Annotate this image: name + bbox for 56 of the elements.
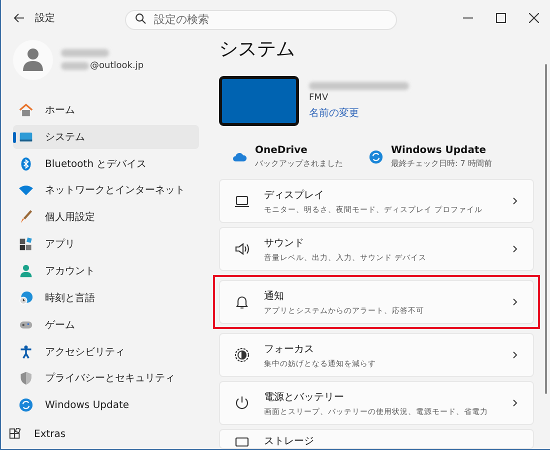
accessibility-icon <box>19 344 33 359</box>
sidebar-item[interactable]: プライバシーとセキュリティ <box>13 366 199 390</box>
device-model: FMV <box>309 93 330 103</box>
page-title: システム <box>219 37 296 62</box>
close-icon <box>528 13 538 23</box>
sidebar-item[interactable]: 個人用設定 <box>13 205 199 230</box>
sidebar-item[interactable]: Extras <box>3 422 189 446</box>
bluetooth-icon <box>19 156 33 171</box>
sidebar-item[interactable]: Windows Update <box>13 393 199 418</box>
sidebar-item[interactable]: ゲーム <box>13 312 199 337</box>
apps-icon <box>19 237 33 252</box>
card-title: ストレージ <box>264 435 315 448</box>
sidebar-item[interactable]: アプリ <box>13 232 199 256</box>
back-icon[interactable] <box>13 12 25 24</box>
laptop-icon <box>234 193 250 209</box>
card-title: サウンド <box>264 236 305 250</box>
avatar <box>13 40 53 80</box>
wifi-icon <box>19 183 33 198</box>
blurred-email <box>61 62 89 70</box>
extras-icon <box>9 428 22 441</box>
search-field[interactable]: 設定の検索 <box>125 10 397 30</box>
window-title: 設定 <box>35 12 56 25</box>
sidebar-item[interactable]: ネットワークとインターネット <box>13 178 199 202</box>
sidebar-item[interactable]: アクセシビリティ <box>13 340 199 364</box>
settings-card[interactable]: ストレージ <box>219 429 534 449</box>
sidebar-item[interactable]: ホーム <box>13 98 199 122</box>
person-icon <box>19 264 33 278</box>
status-subtitle: バックアップされました <box>255 158 343 168</box>
status-subtitle: 最終チェック日時: 7 時間前 <box>391 158 492 168</box>
speaker-icon <box>234 241 250 257</box>
account-email: @outlook.jp <box>90 61 144 71</box>
sync-icon <box>369 150 383 164</box>
maximize-icon <box>496 13 506 23</box>
brush-icon <box>19 210 33 224</box>
power-icon <box>234 395 250 411</box>
sidebar-item[interactable]: アカウント <box>13 259 199 283</box>
bell-icon <box>234 294 250 310</box>
globe-clock-icon <box>19 290 33 305</box>
house-icon <box>19 102 33 117</box>
sidebar-item[interactable]: 時刻と言語 <box>13 286 199 310</box>
status-title: OneDrive <box>255 144 308 156</box>
card-title: 電源とバッテリー <box>264 390 345 404</box>
sync-icon <box>19 398 33 412</box>
search-icon <box>135 13 146 24</box>
status-title: Windows Update <box>391 144 488 156</box>
card-title: フォーカス <box>264 342 315 356</box>
rename-link[interactable]: 名前の変更 <box>309 106 409 120</box>
sidebar-item[interactable]: システム <box>13 124 199 149</box>
sidebar-item[interactable]: Bluetooth とデバイス <box>13 152 199 176</box>
shield-icon <box>19 371 33 386</box>
focus-icon <box>234 347 250 363</box>
blurred-name <box>61 49 109 57</box>
card-title: 通知 <box>264 290 285 302</box>
card-title: ディスプレイ <box>264 188 325 202</box>
scrollbar[interactable] <box>545 64 547 394</box>
monitor-icon <box>19 130 33 144</box>
